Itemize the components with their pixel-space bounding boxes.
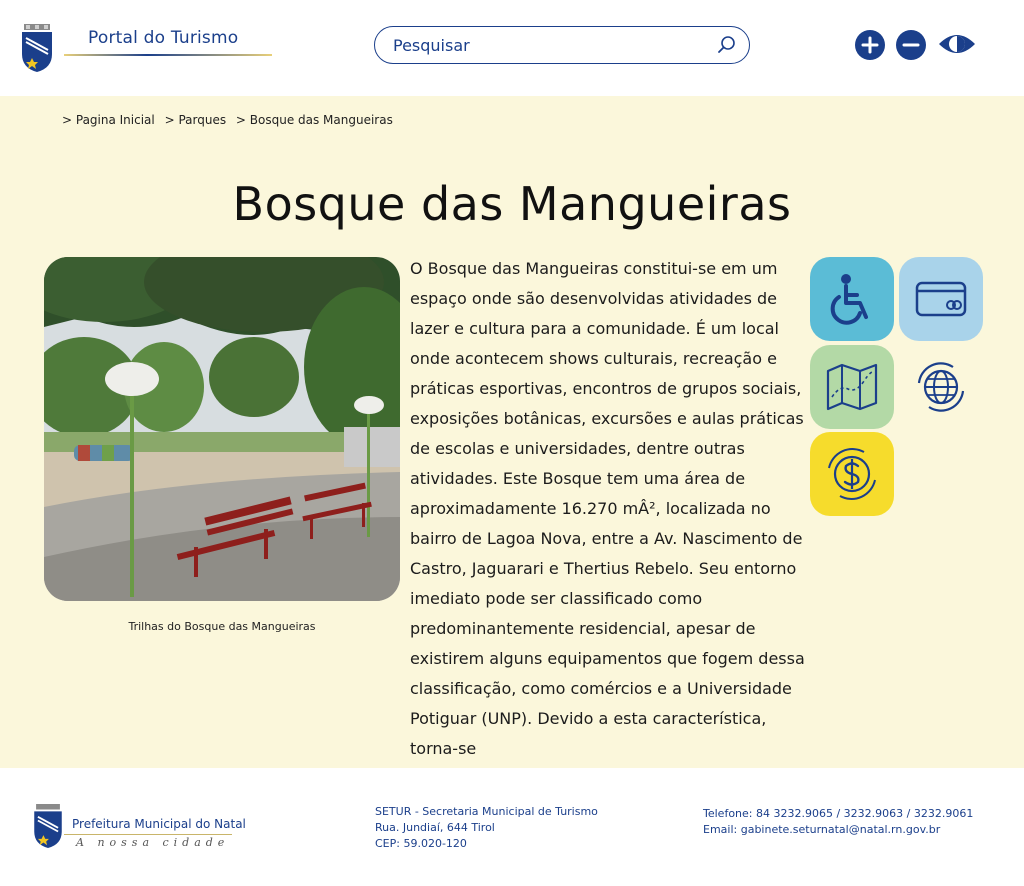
map-icon	[826, 363, 878, 411]
high-contrast-eye-icon[interactable]	[937, 30, 977, 58]
languages-tile[interactable]	[899, 345, 983, 429]
footer-email[interactable]: Email: gabinete.seturnatal@natal.rn.gov.…	[703, 822, 973, 838]
search-input[interactable]	[393, 33, 693, 57]
search-box	[374, 26, 750, 64]
footer-phone: Telefone: 84 3232.9065 / 3232.9063 / 323…	[703, 807, 974, 820]
increase-font-button[interactable]	[855, 30, 885, 60]
fee-tile[interactable]	[810, 432, 894, 516]
breadcrumb: > Pagina Inicial > Parques > Bosque das …	[62, 113, 399, 127]
map-tile[interactable]	[810, 345, 894, 429]
wheelchair-icon	[830, 274, 868, 325]
footer-address-line: CEP: 59.020-120	[375, 837, 467, 850]
dollar-icon	[828, 448, 876, 500]
breadcrumb-parks-link[interactable]: > Parques	[165, 113, 227, 127]
park-photo-illustration	[44, 257, 400, 601]
decrease-font-button[interactable]	[896, 30, 926, 60]
site-footer: Prefeitura Municipal do Natal A nossa ci…	[0, 768, 1024, 886]
footer-address-line: SETUR - Secretaria Municipal de Turismo	[375, 805, 598, 818]
footer-brand: Prefeitura Municipal do Natal	[72, 817, 246, 831]
footer-address-line: Rua. Jundiaí, 644 Tirol	[375, 821, 495, 834]
portal-logo[interactable]: Portal do Turismo	[20, 22, 280, 74]
city-crest-icon	[22, 24, 52, 72]
breadcrumb-home-link[interactable]: > Pagina Inicial	[62, 113, 155, 127]
photo-caption: Trilhas do Bosque das Mangueiras	[128, 620, 316, 633]
search-icon[interactable]	[717, 35, 737, 55]
prefeitura-crest-icon	[34, 804, 62, 848]
main-content: > Pagina Inicial > Parques > Bosque das …	[0, 96, 1024, 768]
credit-card-icon	[915, 281, 967, 317]
footer-contact: Telefone: 84 3232.9065 / 3232.9063 / 323…	[703, 806, 973, 838]
globe-icon	[917, 362, 965, 412]
card-payment-tile[interactable]	[899, 257, 983, 341]
footer-tagline: A nossa cidade	[76, 836, 230, 849]
accessibility-tile[interactable]	[810, 257, 894, 341]
page-title: Bosque das Mangueiras	[232, 176, 792, 231]
portal-title: Portal do Turismo	[88, 28, 239, 48]
breadcrumb-current[interactable]: > Bosque das Mangueiras	[236, 113, 393, 127]
description-text: O Bosque das Mangueiras constitui-se em …	[410, 259, 805, 758]
portal-title-underline	[64, 54, 272, 56]
plus-icon	[861, 36, 879, 54]
footer-address: SETUR - Secretaria Municipal de Turismo …	[375, 804, 598, 852]
minus-icon	[902, 43, 920, 47]
park-photo	[44, 257, 400, 601]
footer-brand-underline	[64, 834, 232, 835]
site-header: Portal do Turismo	[0, 0, 1024, 96]
